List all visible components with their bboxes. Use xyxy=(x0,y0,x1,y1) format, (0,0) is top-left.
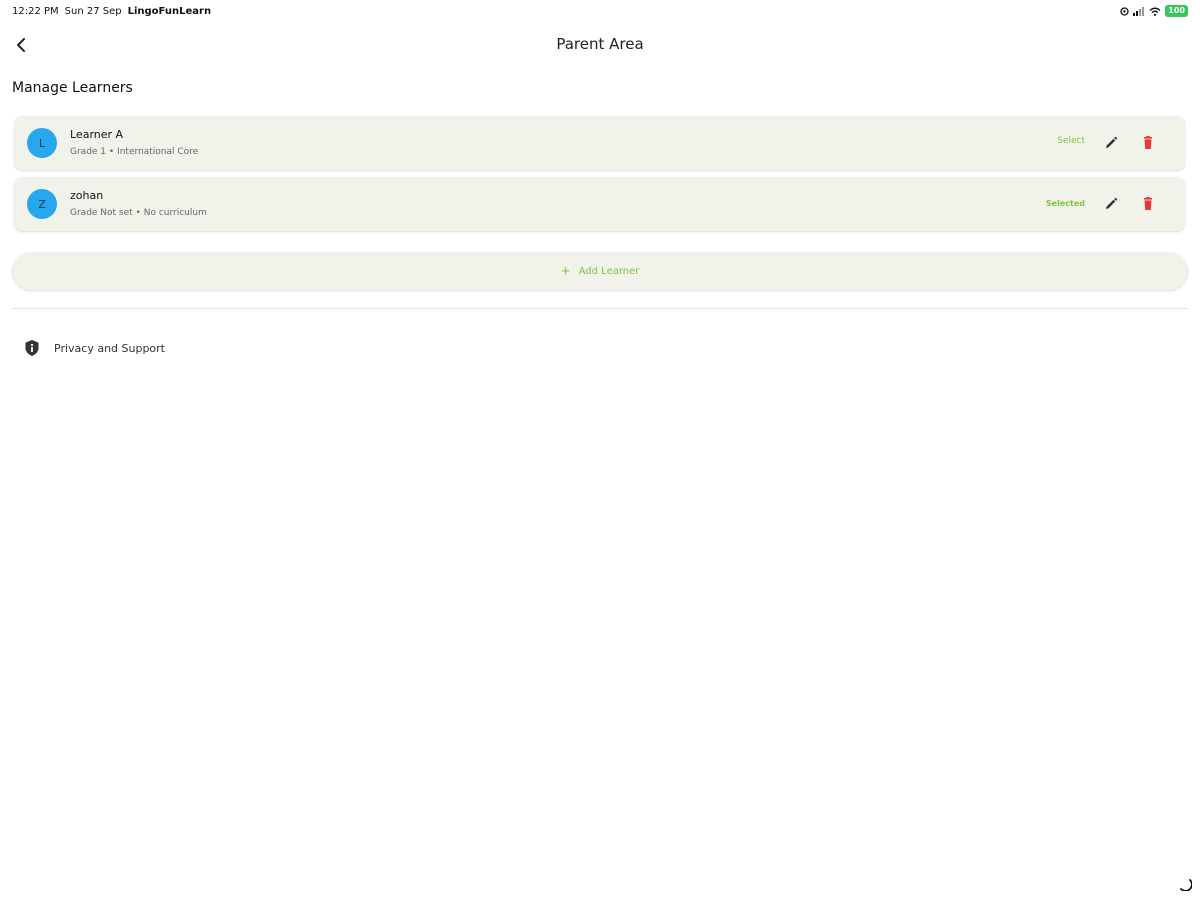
status-right: 100 xyxy=(1120,5,1188,17)
avatar: Z xyxy=(27,189,57,219)
battery-indicator: 100 xyxy=(1165,5,1188,17)
delete-button[interactable] xyxy=(1140,196,1156,212)
add-learner-button[interactable]: + Add Learner xyxy=(12,252,1188,290)
trash-icon xyxy=(1144,136,1152,149)
edit-button[interactable] xyxy=(1103,196,1119,212)
status-time: 12:22 PM xyxy=(12,6,59,17)
privacy-support-label: Privacy and Support xyxy=(54,341,165,355)
status-date: Sun 27 Sep xyxy=(64,6,122,17)
avatar: L xyxy=(27,128,57,158)
learner-card[interactable]: L Learner A Grade 1 • International Core… xyxy=(14,116,1185,170)
learner-card[interactable]: Z zohan Grade Not set • No curriculum Se… xyxy=(14,177,1185,231)
add-learner-label: Add Learner xyxy=(578,265,640,277)
edit-button[interactable] xyxy=(1103,135,1119,151)
status-bar: 12:22 PM Sun 27 Sep LingoFunLearn 100 xyxy=(0,0,1200,24)
status-app-name: LingoFunLearn xyxy=(127,6,212,17)
loading-spinner-icon xyxy=(1180,879,1192,891)
select-button[interactable]: Select xyxy=(1057,136,1085,146)
section-title: Manage Learners xyxy=(12,80,133,96)
privacy-support-link[interactable]: Privacy and Support xyxy=(24,338,165,358)
shield-info-icon xyxy=(25,340,39,356)
learner-name: zohan xyxy=(70,189,104,202)
nav-bar: Parent Area xyxy=(0,28,1200,62)
page-title: Parent Area xyxy=(556,35,644,53)
plus-icon: + xyxy=(560,264,571,278)
location-icon xyxy=(1120,6,1129,16)
learner-name: Learner A xyxy=(70,128,124,141)
wifi-icon xyxy=(1149,7,1161,16)
trash-icon xyxy=(1144,197,1152,210)
status-left: 12:22 PM Sun 27 Sep LingoFunLearn xyxy=(12,6,211,17)
pencil-icon xyxy=(1106,197,1118,209)
learner-subtitle: Grade Not set • No curriculum xyxy=(70,208,207,218)
pencil-icon xyxy=(1106,136,1118,148)
learner-subtitle: Grade 1 • International Core xyxy=(70,147,199,157)
divider xyxy=(12,308,1188,309)
signal-icon xyxy=(1133,6,1145,16)
selected-indicator[interactable]: Selected xyxy=(1046,199,1085,208)
delete-button[interactable] xyxy=(1140,135,1156,151)
